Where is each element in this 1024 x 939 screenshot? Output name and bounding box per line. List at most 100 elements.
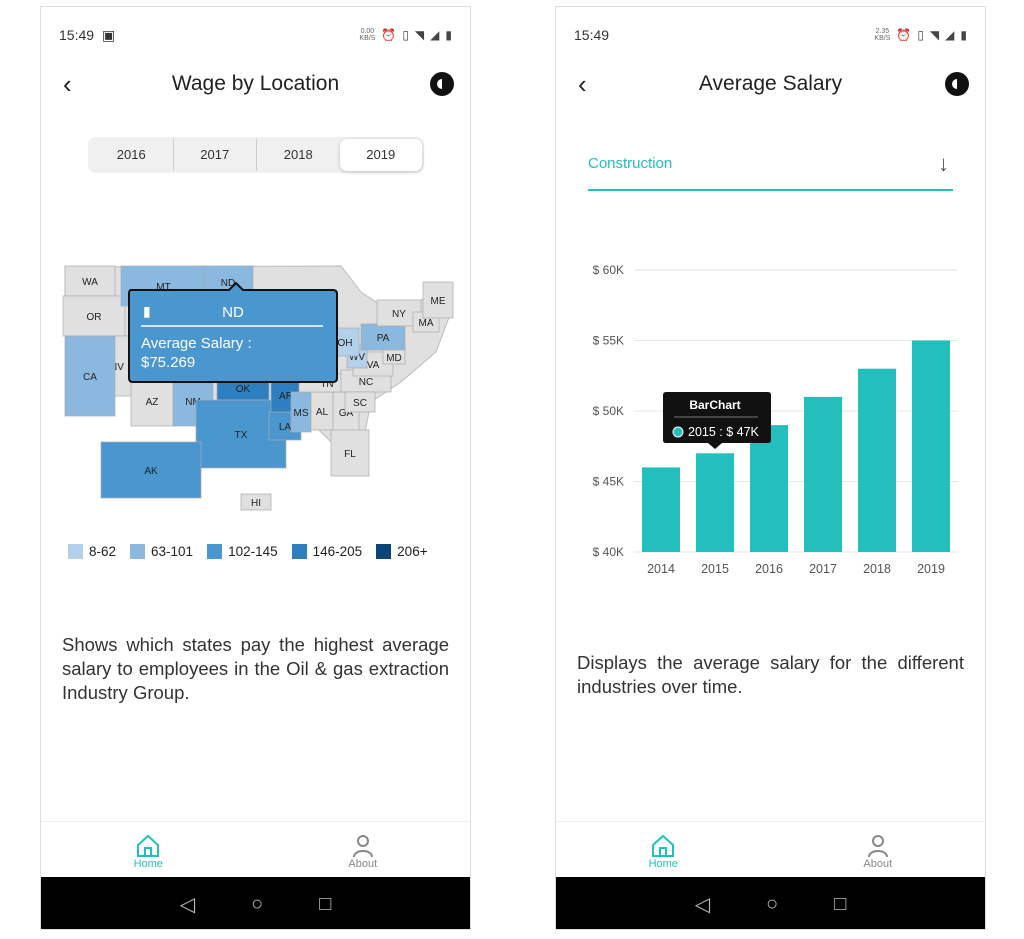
svg-text:2015 : $ 47K: 2015 : $ 47K <box>688 425 760 439</box>
nav-about[interactable]: About <box>256 822 471 877</box>
year-tab-2019[interactable]: 2019 <box>339 139 422 171</box>
tooltip-value: $75.269 <box>141 354 195 371</box>
bar-2015[interactable] <box>696 453 734 552</box>
home-nav-icon[interactable]: ○ <box>766 893 778 916</box>
phone-wage-by-location: 15:49 ▣ 0.00 KB/S ⏰ ▯ ◥ ◢ ▮ ‹ Wage by Loc… <box>40 6 471 930</box>
signal-icon: ◢ <box>945 28 955 42</box>
person-icon <box>256 828 471 858</box>
recents-nav-icon[interactable]: □ <box>834 893 846 916</box>
y-tick-label: $ 45K <box>593 475 624 489</box>
legend-swatch <box>291 544 307 559</box>
state-AL[interactable]: AL <box>310 391 334 431</box>
back-nav-icon[interactable]: ◁ <box>695 892 710 917</box>
state-MS[interactable]: MS <box>290 391 312 433</box>
x-tick-label: 2016 <box>755 562 783 576</box>
y-tick-label: $ 40K <box>593 545 624 559</box>
chart-tooltip: BarChart 2015 : $ 47K <box>663 392 771 449</box>
state-HI[interactable]: HI <box>240 493 272 511</box>
description: Displays the average salary for the diff… <box>577 652 964 697</box>
y-tick-label: $ 60K <box>593 263 624 277</box>
state-FL[interactable]: FL <box>330 429 370 477</box>
vibrate-icon: ▯ <box>402 28 409 42</box>
nav-about[interactable]: About <box>771 822 986 877</box>
map-legend: 8-62 63-101 102-145 146-205 206+ <box>68 544 428 559</box>
app-header: ‹ Average Salary <box>556 67 985 101</box>
wifi-icon: ◥ <box>929 28 940 42</box>
legend-swatch <box>68 544 83 559</box>
state-OR[interactable]: OR <box>62 295 126 337</box>
theme-toggle-icon[interactable] <box>430 72 454 96</box>
state-ME[interactable]: ME <box>422 281 454 319</box>
person-icon <box>771 828 986 858</box>
theme-toggle-icon[interactable] <box>945 72 969 96</box>
back-nav-icon[interactable]: ◁ <box>180 892 195 917</box>
year-tab-2016[interactable]: 2016 <box>90 139 174 171</box>
system-nav: ◁ ○ □ <box>556 877 985 929</box>
nav-home[interactable]: Home <box>41 822 256 877</box>
bar-chart: $ 40K $ 45K $ 50K $ 55K $ 60K 2014 2015 2016 201… <box>593 263 958 576</box>
industry-dropdown[interactable]: Construction ↓ <box>588 147 953 191</box>
clock: 15:49 <box>574 27 610 43</box>
x-tick-label: 2019 <box>917 562 945 576</box>
bar-2016[interactable] <box>750 425 788 552</box>
state-label: OH <box>338 338 353 349</box>
clock: 15:49 <box>59 27 95 43</box>
home-icon <box>41 828 256 858</box>
state-label: AZ <box>146 397 159 408</box>
signal-icon: ◢ <box>430 28 440 42</box>
home-icon <box>556 828 771 858</box>
state-SC[interactable]: SC <box>344 391 376 413</box>
recents-nav-icon[interactable]: □ <box>319 893 331 916</box>
year-tab-2018[interactable]: 2018 <box>257 139 340 171</box>
back-button[interactable]: ‹ <box>578 67 587 101</box>
legend-item: 102-145 <box>207 544 278 559</box>
x-tick-label: 2017 <box>809 562 837 576</box>
state-label: OK <box>236 384 251 395</box>
state-label: ME <box>431 296 446 307</box>
bar-2017[interactable] <box>804 396 842 552</box>
x-tick-label: 2015 <box>701 562 729 576</box>
state-label: NC <box>359 377 373 388</box>
state-AK[interactable]: AK <box>100 441 202 499</box>
us-map[interactable]: WAORMT NDNVCAAZ NMOKTXARLAMS AL GAFLTN NCSCVA… <box>41 252 471 532</box>
legend-swatch <box>376 544 392 559</box>
legend-swatch <box>207 544 223 559</box>
image-icon: ▣ <box>102 26 116 43</box>
state-label: AK <box>144 466 158 477</box>
state-WA[interactable]: WA <box>64 265 116 297</box>
state-label: FL <box>344 449 356 460</box>
page-title: Average Salary <box>698 72 843 95</box>
legend-item: 8-62 <box>68 544 116 559</box>
nav-home[interactable]: Home <box>556 822 771 877</box>
bottom-nav: Home About <box>556 821 985 877</box>
bar-2014[interactable] <box>642 467 680 552</box>
bar-2018[interactable] <box>858 368 896 552</box>
state-label: MD <box>386 353 402 364</box>
state-label: AL <box>316 407 329 418</box>
state-AZ[interactable]: AZ <box>130 375 174 427</box>
y-tick-label: $ 55K <box>593 334 624 348</box>
battery-icon: ▮ <box>445 28 452 42</box>
state-MD[interactable]: MD <box>382 349 406 365</box>
legend-item: 146-205 <box>291 544 362 559</box>
bar-2019[interactable] <box>912 340 950 553</box>
state-PA[interactable]: PA <box>360 323 406 351</box>
year-tab-2017[interactable]: 2017 <box>174 139 257 171</box>
map-icon: ▮ <box>143 303 151 319</box>
phone-average-salary: 15:49 2.35 KB/S ⏰ ▯ ◥ ◢ ▮ ‹ Average Salar… <box>555 6 986 930</box>
x-tick-label: 2014 <box>647 562 675 576</box>
svg-text:BarChart: BarChart <box>689 398 740 412</box>
map-tooltip: ▮ ND Average Salary : $75.269 <box>128 281 338 383</box>
tooltip-state: ND <box>222 304 244 321</box>
back-button[interactable]: ‹ <box>63 67 72 101</box>
alarm-icon: ⏰ <box>381 28 397 42</box>
wifi-icon: ◥ <box>414 28 425 42</box>
network-speed: 0.00 KB/S <box>359 28 376 42</box>
x-tick-label: 2018 <box>863 562 891 576</box>
vibrate-icon: ▯ <box>917 28 924 42</box>
page-title: Wage by Location <box>171 72 340 95</box>
state-CA[interactable]: CA <box>64 335 116 417</box>
state-label: VA <box>367 360 380 371</box>
y-tick-label: $ 50K <box>593 404 624 418</box>
home-nav-icon[interactable]: ○ <box>251 893 263 916</box>
